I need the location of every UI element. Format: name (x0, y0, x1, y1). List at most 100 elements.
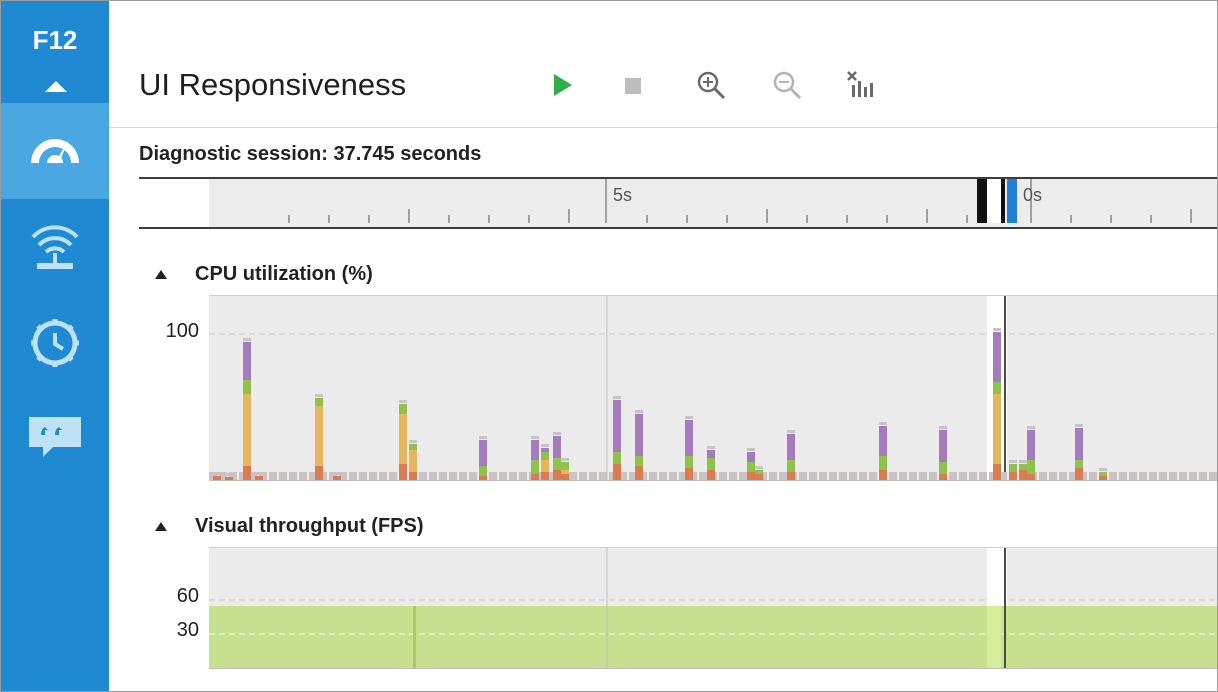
cpu-bar-segment (409, 444, 417, 450)
cpu-bar-segment (409, 450, 417, 472)
cpu-bar-segment (409, 472, 417, 480)
cpu-idle-bar (779, 472, 787, 480)
fps-collapse-icon[interactable] (155, 522, 167, 532)
ui-responsiveness-icon (31, 139, 79, 163)
cpu-bar-segment (315, 406, 323, 466)
cpu-idle-bar (909, 472, 917, 480)
cpu-bar-segment (755, 470, 763, 474)
fps-section-header: Visual throughput (FPS) (139, 515, 424, 538)
cpu-bar-segment (479, 466, 487, 476)
cpu-bar-cap (685, 416, 693, 419)
cpu-bar-segment (553, 436, 561, 458)
zoom-out-button[interactable] (765, 63, 809, 107)
cpu-idle-bar (1109, 472, 1117, 480)
cpu-bar-segment (531, 474, 539, 480)
cpu-bar-segment (479, 476, 487, 480)
cpu-bar-cap (993, 328, 1001, 331)
cpu-idle-bar (1199, 472, 1207, 480)
cpu-idle-bar (769, 472, 777, 480)
cpu-bar-segment (993, 382, 1001, 394)
cpu-idle-bar (459, 472, 467, 480)
cpu-bar-segment (787, 434, 795, 460)
tool-memory[interactable] (1, 295, 109, 391)
cpu-bar-segment (561, 462, 569, 470)
cpu-idle-bar (349, 472, 357, 480)
cpu-bar-segment (879, 426, 887, 456)
cpu-idle-bar (1039, 472, 1047, 480)
cpu-idle-bar (449, 472, 457, 480)
cpu-bar-segment (1075, 468, 1083, 480)
cpu-bar-segment (635, 456, 643, 466)
timeline-ruler[interactable]: 5s 0s (139, 177, 1217, 229)
cpu-idle-bar (839, 472, 847, 480)
cpu-bar-segment (747, 472, 755, 480)
page-title: UI Responsiveness (139, 67, 407, 102)
cpu-bar-cap (553, 432, 561, 435)
cpu-bar-cap (879, 422, 887, 425)
cpu-idle-bar (299, 472, 307, 480)
collapse-arrow-icon[interactable] (45, 81, 67, 92)
cpu-bar-segment (399, 464, 407, 480)
cpu-bar-segment (315, 398, 323, 406)
cpu-bar-cap (707, 446, 715, 449)
cpu-collapse-icon[interactable] (155, 270, 167, 280)
fps-y-label-30: 30 (176, 619, 199, 641)
cpu-idle-bar (969, 472, 977, 480)
f12-badge: F12 (32, 25, 78, 55)
cpu-chart-svg (209, 296, 1217, 480)
app-window: F12 UI Responsiveness Diagnostic session… (0, 0, 1218, 692)
cpu-idle-bar (729, 472, 737, 480)
cpu-idle-bar (1149, 472, 1157, 480)
fps-chart[interactable] (209, 547, 1217, 669)
start-button[interactable] (539, 63, 583, 107)
cpu-idle-bar (1189, 472, 1197, 480)
cpu-idle-bar (1089, 472, 1097, 480)
clear-selection-button[interactable] (839, 63, 883, 107)
cpu-bar-segment (1027, 474, 1035, 480)
header-divider (109, 127, 1217, 128)
cpu-bar-segment (939, 474, 947, 480)
cpu-bar-segment (333, 476, 341, 480)
cpu-bar-segment (993, 332, 1001, 382)
cpu-bar-cap (531, 436, 539, 439)
cpu-idle-bar (809, 472, 817, 480)
cpu-idle-bar (929, 472, 937, 480)
cpu-bar-segment (1099, 476, 1107, 480)
tool-network[interactable] (1, 199, 109, 295)
zoom-out-icon (773, 71, 802, 100)
cpu-idle-bar (849, 472, 857, 480)
cpu-idle-bar (599, 472, 607, 480)
cpu-idle-bar (889, 472, 897, 480)
cpu-bar-cap (561, 458, 569, 461)
tool-ui-responsiveness[interactable] (1, 103, 109, 199)
cpu-bar-segment (1019, 464, 1027, 470)
cpu-bar-segment (747, 462, 755, 472)
cpu-bar-segment (561, 474, 569, 480)
cpu-bar-cap (939, 426, 947, 429)
cpu-bar-segment (1009, 464, 1017, 472)
cpu-bar-cap (541, 444, 549, 447)
cpu-bar-segment (635, 466, 643, 480)
cpu-bar-segment (747, 452, 755, 462)
zoom-in-button[interactable] (689, 63, 733, 107)
cpu-idle-bar (1059, 472, 1067, 480)
cpu-bar-segment (553, 470, 561, 480)
cpu-idle-bar (489, 472, 497, 480)
stop-button[interactable] (611, 63, 655, 107)
cpu-idle-bar (1139, 472, 1147, 480)
cpu-bar-segment (561, 470, 569, 474)
cpu-bar-segment (541, 448, 549, 452)
cpu-bar-segment (685, 468, 693, 480)
cpu-section-header: CPU utilization (%) (139, 263, 373, 286)
cpu-bar-cap (315, 394, 323, 397)
cpu-chart[interactable] (209, 295, 1217, 481)
tool-feedback[interactable] (1, 391, 109, 487)
cpu-bar-segment (879, 456, 887, 470)
cpu-idle-bar (439, 472, 447, 480)
timeline-ticks (288, 179, 1192, 223)
cpu-bar-segment (255, 476, 263, 480)
cpu-idle-bar (959, 472, 967, 480)
cpu-bar-segment (243, 342, 251, 380)
memory-icon (31, 319, 79, 367)
cpu-idle-bar (369, 472, 377, 480)
